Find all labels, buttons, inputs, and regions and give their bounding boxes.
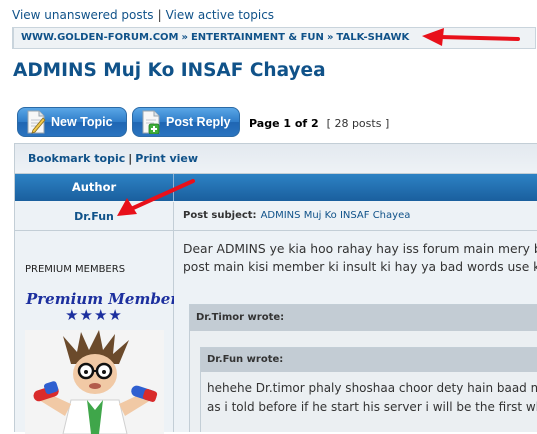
new-topic-icon bbox=[24, 110, 48, 134]
quote-line: hehehe Dr.timor phaly shoshaa choor dety… bbox=[207, 381, 537, 395]
breadcrumb-separator: » bbox=[181, 32, 188, 43]
page-indicator: Page 1 of 2 bbox=[249, 117, 319, 130]
print-view-link[interactable]: Print view bbox=[135, 152, 198, 165]
rank-stars: ★★★★ bbox=[65, 306, 123, 324]
page-title[interactable]: ADMINS Muj Ko INSAF Chayea bbox=[13, 60, 326, 81]
author-divider bbox=[15, 230, 173, 231]
quote-inner: Dr.Fun wrote: hehehe Dr.timor phaly shos… bbox=[200, 347, 537, 432]
post-subject: Post subject: ADMINS Muj Ko INSAF Chayea bbox=[183, 210, 410, 221]
top-links: View unanswered posts | View active topics bbox=[12, 8, 274, 22]
annotation-arrow-author bbox=[117, 179, 195, 216]
quote-outer-header: Dr.Timor wrote: bbox=[190, 305, 537, 331]
post-line: post main kisi member ki insult ki hay y… bbox=[183, 260, 537, 274]
breadcrumb-separator: » bbox=[326, 32, 334, 43]
rank-title: PREMIUM MEMBERS bbox=[25, 264, 126, 275]
breadcrumb-item-entertainment[interactable]: ENTERTAINMENT & FUN bbox=[191, 32, 324, 43]
post-divider bbox=[174, 230, 537, 231]
post-tools-separator: | bbox=[128, 152, 133, 165]
quote-line: as i told before if he start his server … bbox=[207, 400, 537, 414]
new-topic-label: New Topic bbox=[51, 115, 113, 129]
annotation-arrow-breadcrumb bbox=[422, 28, 520, 46]
view-active-link[interactable]: View active topics bbox=[166, 8, 274, 22]
avatar bbox=[25, 330, 164, 434]
quote-outer-cite: Dr.Timor wrote: bbox=[196, 312, 285, 323]
posts-count: [ 28 posts ] bbox=[326, 117, 390, 130]
post-body: Post subject: ADMINS Muj Ko INSAF Chayea … bbox=[174, 202, 537, 432]
quote-outer: Dr.Timor wrote: Dr.Fun wrote: hehehe Dr.… bbox=[189, 304, 537, 432]
top-links-separator: | bbox=[157, 8, 162, 22]
author-profile: Dr.Fun PREMIUM MEMBERS Premium Members ★… bbox=[15, 202, 187, 434]
post-container: Bookmark topic | Print view Author Dr.Fun … bbox=[14, 143, 537, 434]
quote-inner-header: Dr.Fun wrote: bbox=[201, 348, 537, 372]
quote-inner-content: hehehe Dr.timor phaly shoshaa choor dety… bbox=[207, 379, 537, 417]
post-reply-label: Post Reply bbox=[166, 115, 231, 129]
post-subject-link[interactable]: ADMINS Muj Ko INSAF Chayea bbox=[261, 210, 411, 221]
post-line: Dear ADMINS ye kia hoo rahay hay iss for… bbox=[183, 242, 537, 256]
view-unanswered-link[interactable]: View unanswered posts bbox=[12, 8, 154, 22]
bookmark-topic-link[interactable]: Bookmark topic bbox=[28, 152, 125, 165]
pagination: Page 1 of 2 [ 28 posts ] bbox=[249, 117, 389, 130]
post-reply-icon bbox=[139, 110, 163, 135]
quote-inner-cite: Dr.Fun wrote: bbox=[207, 354, 284, 365]
post-content: Dear ADMINS ye kia hoo rahay hay iss for… bbox=[183, 240, 537, 276]
new-topic-button[interactable]: New Topic bbox=[17, 107, 127, 137]
breadcrumb-item-home[interactable]: WWW.GOLDEN-FORUM.COM bbox=[21, 32, 179, 43]
breadcrumb-item-talk-shawk[interactable]: TALK-SHAWK bbox=[336, 32, 409, 43]
post-tools-bar: Bookmark topic | Print view bbox=[15, 144, 537, 174]
post-reply-button[interactable]: Post Reply bbox=[132, 107, 240, 137]
table-header: Author bbox=[15, 174, 537, 201]
